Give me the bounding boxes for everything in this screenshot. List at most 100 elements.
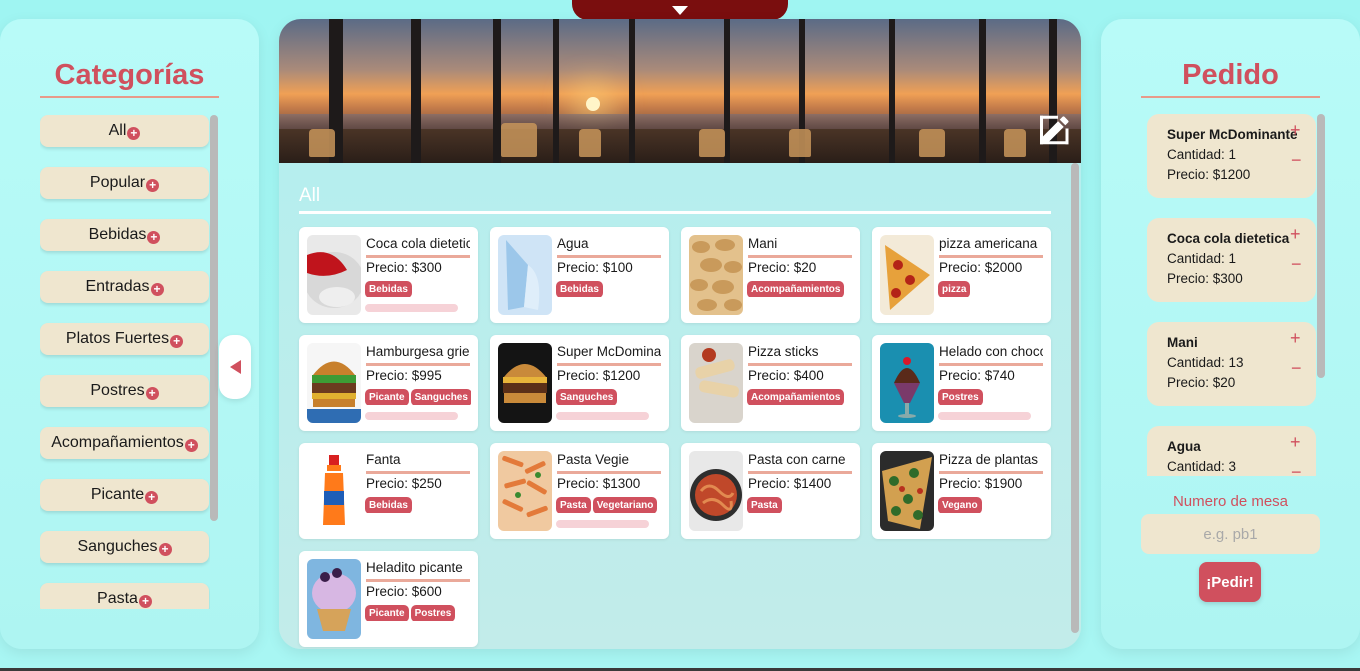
tag-badge[interactable]: Pasta (747, 497, 782, 513)
product-stock-bar (556, 412, 649, 420)
product-card[interactable]: Helado con chocolate Precio: $740 Postres (872, 335, 1051, 431)
product-card[interactable]: Pizza de plantas Precio: $1900 Vegano (872, 443, 1051, 539)
product-tags: Pasta Vegetariano (556, 495, 662, 513)
product-price: Precio: $400 (748, 368, 824, 383)
tag-badge[interactable]: Vegetariano (592, 497, 658, 513)
category-button[interactable]: Postres + (40, 375, 209, 407)
order-title: Pedido (1141, 59, 1320, 98)
product-card[interactable]: Pasta Vegie Precio: $1300 Pasta Vegetariano (490, 443, 669, 539)
category-button[interactable]: All + (40, 115, 209, 147)
product-price: Precio: $600 (366, 584, 442, 599)
tag-badge[interactable]: Bebidas (365, 497, 412, 513)
menu-scrollbar[interactable] (1071, 163, 1079, 633)
tag-badge[interactable]: Bebidas (556, 281, 603, 297)
product-divider (748, 471, 852, 474)
product-card[interactable]: Pasta con carne Precio: $1400 Pasta (681, 443, 860, 539)
tag-badge[interactable]: Acompañamientos (747, 389, 845, 405)
category-button[interactable]: Pasta + (40, 583, 209, 609)
category-button[interactable]: Acompañamientos + (40, 427, 209, 459)
increase-quantity-button[interactable]: + (1290, 120, 1301, 140)
tag-badge[interactable]: Postres (410, 605, 456, 621)
plus-circle-icon: + (145, 490, 159, 504)
product-name: Mani (748, 236, 778, 251)
tag-badge[interactable]: Pasta (556, 497, 591, 513)
product-divider (557, 471, 661, 474)
tag-badge[interactable]: Vegano (938, 497, 982, 513)
tag-badge[interactable]: Picante (365, 389, 409, 405)
decrease-quantity-button[interactable]: − (1291, 254, 1302, 274)
order-scrollbar[interactable] (1317, 114, 1325, 378)
product-name: Fanta (366, 452, 401, 467)
decrease-quantity-button[interactable]: − (1291, 358, 1302, 378)
product-tags: Picante Postres (365, 603, 471, 621)
increase-quantity-button[interactable]: + (1290, 432, 1301, 452)
product-image (880, 235, 934, 315)
tag-badge[interactable]: Picante (365, 605, 409, 621)
category-button[interactable]: Bebidas + (40, 219, 209, 251)
product-tags: Acompañamientos (747, 279, 853, 297)
product-image (880, 451, 934, 531)
product-price: Precio: $100 (557, 260, 633, 275)
category-label: Pasta (97, 590, 138, 607)
section-title: All (299, 185, 1051, 214)
plus-circle-icon: + (184, 438, 198, 452)
category-button[interactable]: Entradas + (40, 271, 209, 303)
category-label: Sanguches (77, 538, 158, 555)
category-button[interactable]: Platos Fuertes + (40, 323, 209, 355)
decrease-quantity-button[interactable]: − (1291, 462, 1302, 476)
product-divider (366, 579, 470, 582)
triangle-down-icon (672, 5, 688, 15)
table-number-input[interactable] (1141, 514, 1320, 554)
category-label: Acompañamientos (51, 434, 184, 451)
top-toggle-tab[interactable] (572, 0, 788, 20)
product-name: Pasta con carne (748, 452, 846, 467)
tag-badge[interactable]: Sanguches (410, 389, 471, 405)
product-card[interactable]: Pizza sticks Precio: $400 Acompañamientos (681, 335, 860, 431)
order-item: Super McDominante Cantidad: 1 Precio: $120… (1147, 114, 1316, 198)
product-card[interactable]: Heladito picante Precio: $600 Picante Postr… (299, 551, 478, 647)
tag-badge[interactable]: Bebidas (365, 281, 412, 297)
product-price: Precio: $250 (366, 476, 442, 491)
product-card[interactable]: pizza americana Precio: $2000 pizza (872, 227, 1051, 323)
decrease-quantity-button[interactable]: − (1291, 150, 1302, 170)
category-scrollbar[interactable] (210, 115, 218, 521)
prev-arrow-button[interactable] (219, 335, 251, 399)
increase-quantity-button[interactable]: + (1290, 328, 1301, 348)
tag-badge[interactable]: pizza (938, 281, 971, 297)
product-image (307, 559, 361, 639)
category-button[interactable]: Sanguches + (40, 531, 209, 563)
product-tags: Sanguches (556, 387, 662, 405)
product-price: Precio: $300 (366, 260, 442, 275)
product-card[interactable]: Super McDominante Precio: $1200 Sanguches (490, 335, 669, 431)
categories-panel: Categorías All + Popular + Bebidas + Entradas +… (0, 19, 259, 649)
edit-pencil-icon[interactable] (1037, 112, 1073, 148)
product-image (689, 451, 743, 531)
order-item: Mani Cantidad: 13 Precio: $20 + − (1147, 322, 1316, 406)
product-stock-bar (938, 412, 1031, 420)
product-tags: Bebidas (365, 495, 471, 513)
product-card[interactable]: Fanta Precio: $250 Bebidas (299, 443, 478, 539)
category-label: Postres (90, 382, 145, 399)
product-name: Heladito picante (366, 560, 463, 575)
product-card[interactable]: Hamburgesa griega Precio: $995 PicanteSang… (299, 335, 478, 431)
product-price: Precio: $1200 (557, 368, 641, 383)
menu-panel: All Coca cola dietetica Precio: $300 Bebid… (279, 19, 1081, 649)
product-tags: Pasta (747, 495, 853, 513)
product-tags: pizza (938, 279, 1044, 297)
plus-circle-icon: + (147, 230, 161, 244)
order-item: Agua Cantidad: 3 + − (1147, 426, 1316, 476)
product-card[interactable]: Mani Precio: $20 Acompañamientos (681, 227, 860, 323)
category-button[interactable]: Picante + (40, 479, 209, 511)
tag-badge[interactable]: Postres (938, 389, 983, 405)
table-number-label: Numero de mesa (1172, 493, 1289, 510)
category-button[interactable]: Popular + (40, 167, 209, 199)
increase-quantity-button[interactable]: + (1290, 224, 1301, 244)
tag-badge[interactable]: Sanguches (556, 389, 618, 405)
product-divider (557, 363, 661, 366)
product-image (307, 451, 361, 531)
plus-circle-icon: + (145, 386, 159, 400)
product-card[interactable]: Coca cola dietetica Precio: $300 Bebidas (299, 227, 478, 323)
tag-badge[interactable]: Acompañamientos (747, 281, 845, 297)
submit-order-button[interactable]: ¡Pedir! (1199, 562, 1261, 602)
product-card[interactable]: Agua Precio: $100 Bebidas (490, 227, 669, 323)
